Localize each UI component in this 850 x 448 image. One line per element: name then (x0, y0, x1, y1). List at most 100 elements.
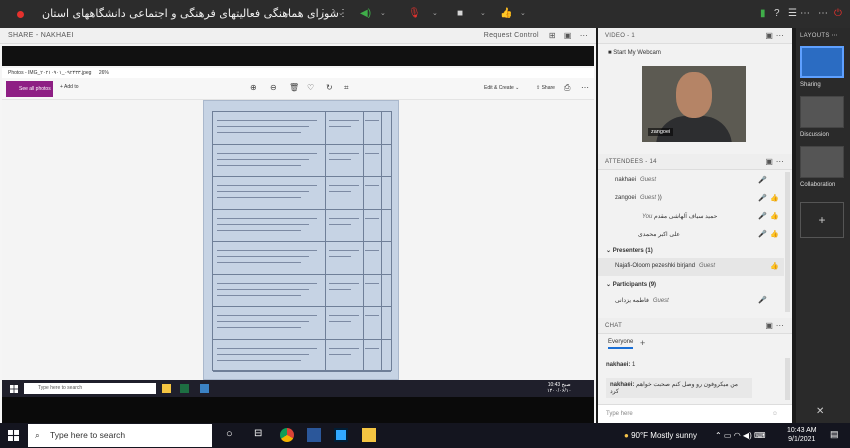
add-layout-button[interactable]: + (800, 202, 844, 238)
microphone-muted-icon[interactable]: 🎙 (408, 8, 421, 19)
shared-screen-bottom (2, 397, 594, 423)
add-to-label: Add to (64, 84, 79, 90)
crop-icon[interactable]: ⌗ (344, 83, 349, 93)
participants-section-header[interactable]: ⌄ Participants (9) (598, 278, 784, 292)
system-tray-icons[interactable]: ⌃ ▭ ◠ ◀) ⌨ (715, 431, 766, 440)
handwriting-stroke (329, 158, 351, 160)
handwriting-stroke (217, 353, 309, 355)
chat-tab-everyone[interactable]: Everyone (608, 339, 634, 349)
help-icon[interactable]: ? (774, 8, 780, 19)
attendee-row[interactable]: You حمید سیاف آلهاشی مقدم 🎤 👍 (598, 208, 784, 226)
presenters-label: Presenters (1) (612, 248, 653, 254)
excel-icon (180, 384, 189, 393)
handwriting-stroke (365, 185, 379, 186)
handwriting-stroke (365, 315, 379, 316)
emoji-icon[interactable]: ☺ (772, 405, 778, 424)
request-control-button[interactable]: Request Control (484, 32, 539, 39)
attendees-scrollbar[interactable] (785, 172, 790, 312)
handwriting-stroke (217, 132, 301, 133)
taskbar-clock[interactable]: 10:43 AM 9/1/2021 (787, 426, 817, 444)
raise-hand-icon[interactable]: 👍 (500, 8, 512, 19)
attendee-role: Guest (652, 298, 669, 304)
menu-icon[interactable]: ⋯ (818, 8, 828, 19)
print-icon[interactable]: ⎙ (564, 83, 570, 93)
handwriting-stroke (365, 120, 379, 121)
chrome-icon[interactable] (280, 428, 294, 442)
attendee-row[interactable]: فاطمه یزدانی Guest 🎤 (598, 292, 784, 310)
pod-options-icon[interactable]: ▣ ⋯ (765, 28, 784, 44)
windows-start-icon[interactable] (8, 430, 19, 441)
notifications-icon[interactable]: ☰ (788, 8, 797, 19)
share-button[interactable]: ⇪ Share (536, 85, 555, 91)
handwriting-stroke (217, 282, 317, 284)
attendee-name: zangoei (615, 195, 637, 201)
participants-label: Participants (9) (612, 282, 657, 288)
handwriting-stroke (217, 347, 317, 349)
attendee-row[interactable]: nakhaei Guest 🎤 (598, 172, 784, 190)
pod-options-icon[interactable]: ⋯ (580, 31, 588, 40)
word-icon[interactable] (307, 428, 321, 442)
weather-widget[interactable]: ● 90°F Mostly sunny (624, 431, 697, 440)
attendee-name: علی اکبر محمدی (638, 232, 680, 238)
chevron-down-icon[interactable]: ⌄ (480, 9, 486, 17)
attendee-row[interactable]: zangoei Guest )) 🎤 👍 (598, 190, 784, 208)
chevron-down-icon[interactable]: ⌄ (338, 9, 344, 17)
chevron-down-icon[interactable]: ⌄ (520, 9, 526, 17)
notification-center-icon[interactable]: ▤ (830, 429, 839, 440)
leave-meeting-icon[interactable]: ⏻ (834, 8, 842, 19)
chevron-down-icon[interactable]: ⌄ (380, 9, 386, 17)
task-view-icon[interactable]: ⊟ (254, 428, 268, 442)
tools-icon[interactable]: ✕ (816, 406, 824, 417)
handwriting-stroke (329, 191, 351, 192)
add-to-button[interactable]: + Add to (60, 84, 79, 90)
table-row (213, 112, 391, 145)
fullscreen-icon[interactable]: ▣ (564, 31, 572, 40)
pod-options-icon[interactable]: ▣ ⋯ (765, 318, 784, 334)
pod-options-icon[interactable]: ▣ ⋯ (765, 154, 784, 170)
video-tile[interactable]: zangoei (642, 66, 746, 142)
zoom-in-icon[interactable]: ⊕ (250, 83, 257, 92)
chat-scrollbar[interactable] (785, 358, 790, 400)
layout-thumb-discussion[interactable] (800, 96, 844, 128)
presenters-section-header[interactable]: ⌄ Presenters (1) (598, 244, 784, 258)
handwriting-stroke (329, 126, 351, 127)
photos-app-icon (200, 384, 209, 393)
zoom-level: 26% (98, 70, 109, 76)
photoshop-icon[interactable] (334, 428, 348, 442)
camera-icon[interactable]: ■ (457, 8, 463, 19)
attendee-row[interactable]: علی اکبر محمدی 🎤 👍 (598, 226, 784, 244)
microphone-off-icon: 🎤 (758, 177, 767, 184)
delete-icon[interactable]: 🗑 (289, 83, 299, 92)
cortana-icon[interactable]: ○ (226, 428, 240, 442)
chat-input[interactable]: Type here ☺ (598, 404, 792, 423)
chevron-down-icon[interactable]: ⌄ (432, 9, 438, 17)
handwriting-stroke (329, 152, 359, 154)
handwriting-stroke (365, 152, 379, 154)
more-options-icon[interactable]: ⋯ (800, 8, 810, 19)
handwriting-stroke (365, 250, 379, 251)
shared-search-box: Type here to search (24, 383, 156, 394)
handwriting-stroke (217, 315, 317, 316)
add-chat-tab-icon[interactable]: + (640, 338, 645, 348)
windows-logo-icon (10, 385, 18, 393)
taskbar-search[interactable]: ⌕ Type here to search (28, 424, 212, 447)
layout-thumb-sharing[interactable] (800, 46, 844, 78)
speaker-icon[interactable]: ◀) (360, 8, 371, 19)
file-explorer-icon[interactable] (362, 428, 376, 442)
table-row (213, 145, 391, 177)
start-webcam-button[interactable]: ■ Start My Webcam (608, 50, 661, 56)
more-icon[interactable]: ⋯ (581, 83, 589, 92)
favorite-icon[interactable]: ♡ (307, 83, 314, 92)
fit-screen-icon[interactable]: ⊞ (549, 31, 556, 40)
clock-date: 9/1/2021 (788, 436, 816, 443)
edit-create-button[interactable]: Edit & Create ⌄ (484, 85, 519, 91)
attendee-row[interactable]: Najafi-Oloom pezeshki birjand Guest 👍 (598, 258, 784, 276)
rotate-icon[interactable]: ↻ (326, 83, 333, 92)
handwriting-stroke (329, 256, 351, 257)
chevron-down-icon[interactable]: ⌄ (285, 9, 291, 17)
handwriting-stroke (329, 120, 359, 121)
document-table (212, 111, 392, 372)
zoom-out-icon[interactable]: ⊖ (270, 83, 277, 92)
see-all-photos-button[interactable]: See all photos (6, 81, 53, 97)
layout-thumb-collaboration[interactable] (800, 146, 844, 178)
